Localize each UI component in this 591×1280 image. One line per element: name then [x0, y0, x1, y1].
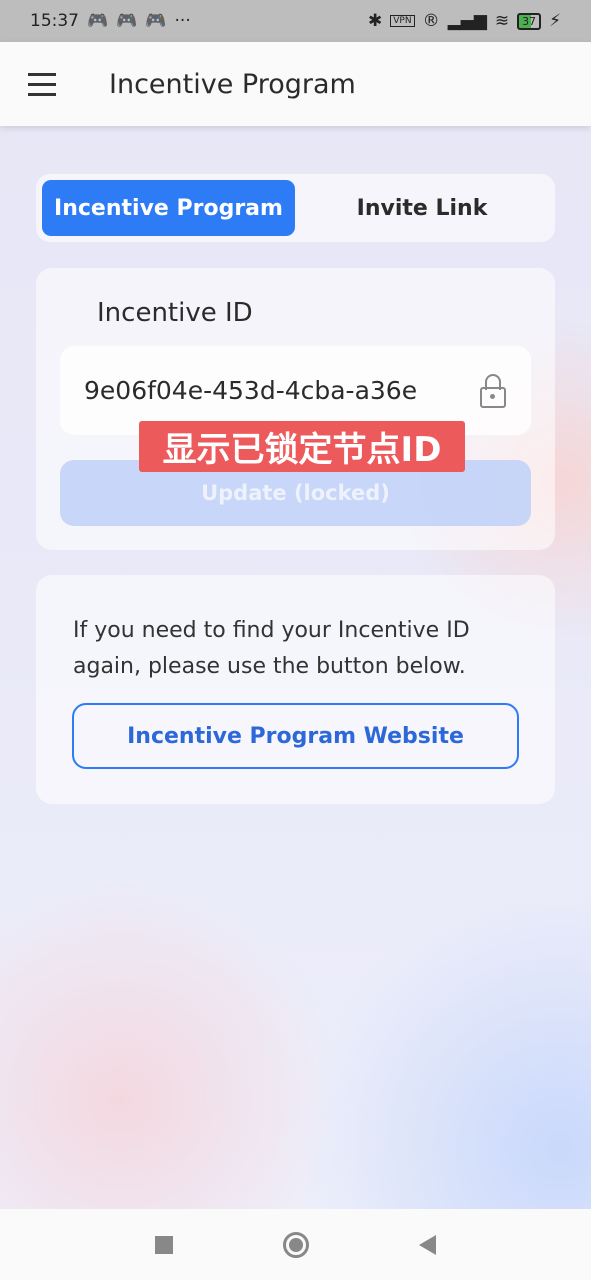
- lock-icon: [479, 373, 507, 408]
- vpn-icon: VPN: [390, 15, 415, 27]
- tab-incentive-program[interactable]: Incentive Program: [42, 180, 295, 236]
- battery-icon: 37: [517, 12, 542, 30]
- annotation-label: 显示已锁定节点ID: [139, 421, 465, 472]
- time: 15:37: [30, 11, 79, 31]
- bluetooth-icon: ✱: [368, 11, 383, 31]
- status-bar: 15:37 🎮 🎮 🎮 ··· ✱ VPN ® ▂▄▆ ≋ 37 ⚡: [0, 0, 591, 42]
- wifi-icon: ≋: [494, 11, 510, 31]
- registered-icon: ®: [422, 11, 440, 31]
- tab-invite-link[interactable]: Invite Link: [295, 180, 549, 236]
- game-icon: 🎮: [116, 11, 138, 31]
- charging-icon: ⚡: [549, 11, 561, 31]
- game-icon: 🎮: [145, 11, 167, 31]
- more-notifications: ···: [174, 11, 191, 31]
- incentive-id-value: 9e06f04e-453d-4cba-a36e: [84, 376, 418, 405]
- back-icon[interactable]: [419, 1234, 436, 1255]
- signal-icon: ▂▄▆: [447, 11, 487, 31]
- tab-bar: Incentive Program Invite Link: [36, 174, 555, 242]
- incentive-website-button[interactable]: Incentive Program Website: [72, 703, 519, 769]
- hamburger-icon[interactable]: [28, 72, 56, 96]
- incentive-id-card: Incentive ID 9e06f04e-453d-4cba-a36e 显示已…: [36, 268, 555, 550]
- game-icon: 🎮: [87, 11, 109, 31]
- navigation-bar: [0, 1209, 591, 1280]
- recents-icon[interactable]: [155, 1235, 173, 1254]
- info-card: If you need to find your Incentive ID ag…: [36, 575, 555, 804]
- home-icon[interactable]: [283, 1231, 309, 1258]
- info-text: If you need to find your Incentive ID ag…: [73, 618, 470, 679]
- incentive-id-label: Incentive ID: [97, 298, 253, 328]
- page-title: Incentive Program: [109, 68, 356, 100]
- app-bar: Incentive Program: [0, 42, 591, 126]
